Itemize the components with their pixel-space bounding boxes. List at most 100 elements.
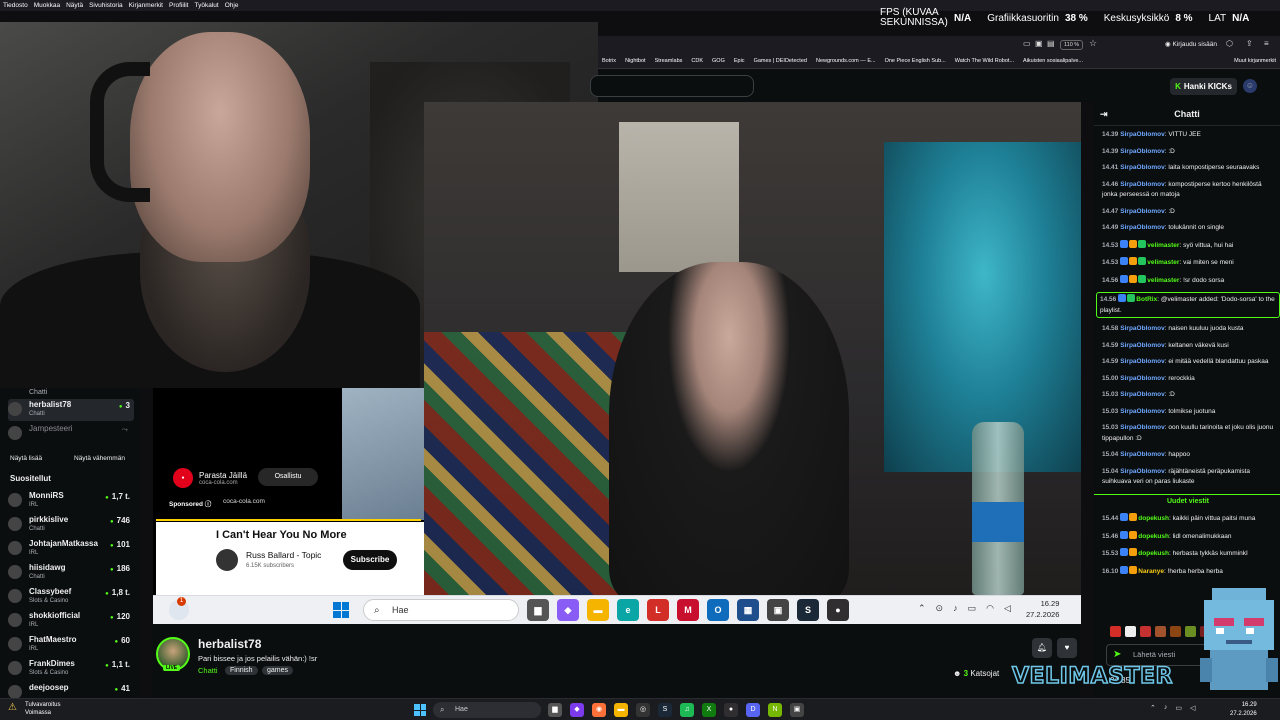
message-user[interactable]: velimaster [1147,242,1179,249]
message-user[interactable]: SirpaOblomov [1120,342,1164,349]
discord-icon[interactable]: D [746,703,760,717]
bookmark-item[interactable]: Aikuisten sosiaalipalve... [1023,54,1083,68]
xbox-icon[interactable]: X [702,703,716,717]
host-display-icon[interactable]: ▭ [1175,704,1182,712]
host-clock[interactable]: 16.29 27.2.2026 [1230,701,1257,719]
host-chevron-up-icon[interactable]: ⌃ [1150,704,1156,712]
github-icon[interactable]: ◎ [636,703,650,717]
share-icon[interactable]: ⇪ [1246,39,1253,48]
zoom-level[interactable]: 110 % [1060,40,1084,50]
emote-icon[interactable] [1170,626,1181,637]
host-start-icon[interactable] [414,704,426,716]
sidebar-channel[interactable]: FrankDimes Slots & Casino 1,1 t. [8,658,134,680]
other-bookmarks[interactable]: Muut kirjanmerkit [1234,54,1280,68]
taskbar-search-input[interactable]: ⌕ Hae [363,599,519,621]
bookmark-item[interactable]: CDK [691,54,703,68]
chevron-up-icon[interactable]: ⌃ [918,603,926,614]
message-user[interactable]: SirpaOblomov [1120,424,1164,431]
steam-icon[interactable]: S [797,599,819,621]
spotify-icon[interactable]: ♫ [680,703,694,717]
warning-icon[interactable]: ⚠ [8,702,17,713]
sidebar-channel[interactable]: pirkkislive Chatti 746 [8,514,134,536]
message-user[interactable]: SirpaOblomov [1120,164,1164,171]
collapse-chat-icon[interactable]: ⇥ [1100,102,1108,126]
ad-participate-button[interactable]: Osallistu [258,468,318,486]
message-user[interactable]: BotRix [1136,296,1157,303]
start-icon[interactable] [333,602,349,618]
stream-channel-name[interactable]: herbalist78 [198,637,261,651]
steam-icon[interactable]: S [658,703,672,717]
sidebar-channel[interactable]: MonniRS IRL 1,7 t. [8,490,134,512]
emote-icon[interactable] [1155,626,1166,637]
follow-heart-icon[interactable]: ♥ [1057,638,1077,658]
microphone-icon[interactable]: ♪ [953,603,958,614]
menu-item[interactable]: Muokkaa [34,0,60,11]
display-icon[interactable]: ▭ [968,603,977,614]
nvidia-icon[interactable]: N [768,703,782,717]
youtube-ad-thumbnail[interactable] [342,388,424,520]
file-explorer-icon[interactable]: ▆ [548,703,562,717]
emote-icon[interactable] [1140,626,1151,637]
lastpass-icon[interactable]: L [647,599,669,621]
message-user[interactable]: SirpaOblomov [1120,325,1164,332]
message-user[interactable]: dopekush [1138,533,1169,540]
sidebar-channel[interactable]: Jampesteeri ⤳ [8,423,134,445]
message-user[interactable]: SirpaOblomov [1120,358,1164,365]
network-icon[interactable]: ⊙ [936,603,944,614]
channel-avatar[interactable] [216,549,238,571]
channel-name[interactable]: Russ Ballard - Topic [246,550,321,560]
menu-item[interactable]: Tiedosto [3,0,28,11]
menu-item[interactable]: Kirjanmerkit [129,0,163,11]
emote-icon[interactable] [1125,626,1136,637]
menu-item[interactable]: Profiilit [169,0,189,11]
emote-picker-icon[interactable]: ➤ [1113,645,1121,665]
bookmark-item[interactable]: Watch The Wild Robot... [955,54,1014,68]
bookmark-item[interactable]: Games | DEIDetected [754,54,807,68]
edge-icon[interactable]: e [617,599,639,621]
bookmark-item[interactable]: Botrix [602,54,616,68]
bookmark-item[interactable]: Epic [734,54,745,68]
host-mic-icon[interactable]: ♪ [1164,704,1168,712]
tag-finnish[interactable]: Finnish [225,666,258,675]
window-icon[interactable]: ▭ [1023,39,1031,48]
menu-item[interactable]: Ohje [225,0,239,11]
user-avatar-icon[interactable]: ☺ [1243,79,1257,93]
store-icon[interactable]: ▦ [737,599,759,621]
menu-icon[interactable]: ≡ [1264,39,1269,48]
message-user[interactable]: Naranye [1138,568,1164,575]
message-user[interactable]: SirpaOblomov [1120,408,1164,415]
bookmark-star-icon[interactable]: ☆ [1089,38,1097,49]
menu-item[interactable]: Näytä [66,0,83,11]
bookmark-item[interactable]: Newgrounds.com — E... [816,54,876,68]
message-user[interactable]: dopekush [1138,550,1169,557]
firefox-icon[interactable]: ◉ [592,703,606,717]
message-user[interactable]: SirpaOblomov [1120,208,1164,215]
message-user[interactable]: SirpaOblomov [1120,451,1164,458]
volume-icon[interactable]: ◁ [1004,603,1011,614]
mcafee-icon[interactable]: M [677,599,699,621]
message-user[interactable]: SirpaOblomov [1120,224,1164,231]
wifi-icon[interactable]: ◠ [986,603,994,614]
bookmark-item[interactable]: Streamlabs [655,54,683,68]
notification-bell-icon[interactable]: 🔔︎ [1032,638,1052,658]
reader-icon[interactable]: ▤ [1047,39,1055,48]
song-title[interactable]: I Can't Hear You No More [216,529,347,541]
host-search-input[interactable]: ⌕ Hae [433,702,541,718]
weather-warning[interactable]: Tulvavaroitus Voimassa [25,701,60,717]
tag-games[interactable]: games [262,666,294,675]
obs-icon[interactable]: ● [724,703,738,717]
bookmark-item[interactable]: One Piece English Sub... [885,54,946,68]
stream-video[interactable] [424,102,1081,595]
game-icon[interactable]: ▣ [790,703,804,717]
bookmark-item[interactable]: GOG [712,54,725,68]
menu-item[interactable]: Työkalut [195,0,219,11]
message-user[interactable]: SirpaOblomov [1120,131,1164,138]
copilot-icon[interactable]: ◆ [557,599,579,621]
host-volume-icon[interactable]: ◁ [1190,704,1195,712]
sidebar-channel[interactable]: hiisidawg Chatti 186 [8,562,134,584]
login-button[interactable]: ◉ Kirjaudu sisään [1165,40,1217,48]
game-icon[interactable]: ▣ [767,599,789,621]
message-user[interactable]: dopekush [1138,515,1169,522]
sponsored-url[interactable]: coca-cola.com [223,498,265,505]
sidebar-channel[interactable]: FhatMaestro IRL 60 [8,634,134,656]
